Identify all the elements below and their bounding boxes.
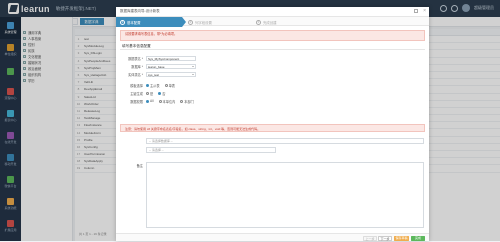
radio-icon[interactable] <box>146 91 149 95</box>
step-label: 列字段设置 <box>195 20 212 25</box>
maximize-icon[interactable] <box>414 9 418 13</box>
table-name-label: 数据表名 * <box>128 56 143 61</box>
step-number: 1 <box>120 19 125 25</box>
option-select[interactable]: -- 请选择 -- <box>146 147 276 153</box>
step-label: 完成创建 <box>263 20 277 25</box>
table-name-row: 数据表名 * Sys_MySysComponent <box>120 55 196 61</box>
radio-icon[interactable] <box>146 83 149 87</box>
db-select[interactable]: learun_base <box>146 63 196 69</box>
template-row: 模板选择 主从表 单表 <box>120 82 180 88</box>
close-icon[interactable]: × <box>423 8 426 14</box>
wizard-steps: 1 基本配置 2 列字段设置 3 完成创建 <box>116 16 429 27</box>
wizard-step-2[interactable]: 2 列字段设置 <box>184 17 250 27</box>
wizard-step-1[interactable]: 1 基本配置 <box>116 17 182 27</box>
primary-label: 主键生成 <box>130 91 143 96</box>
scope-option-label: All <box>150 99 154 103</box>
keyword-warning: 注意：请勿使用 c# 关键字命名表名/字段名，如 class、string、in… <box>120 124 425 132</box>
info-notice: 请按要求填写表信息，带*为必填项。 <box>120 30 425 41</box>
database-select[interactable]: -- 请选择数据库 -- <box>146 138 424 144</box>
primary-row: 主键生成 是否 <box>120 90 170 96</box>
radio-icon[interactable] <box>164 83 168 87</box>
primary-radio-group: 是否 <box>146 91 170 96</box>
finish-button[interactable]: 完成 <box>411 235 425 241</box>
remark-row: 备注 <box>120 162 146 168</box>
primary-option[interactable]: 是 <box>146 91 153 96</box>
template-radio-group: 主从表 单表 <box>146 83 180 88</box>
template-option-label: 单表 <box>168 83 175 88</box>
remark-label: 备注 <box>136 163 143 168</box>
scope-option-label: 本单位内 <box>162 99 176 104</box>
db-row: 数据库 * learun_base <box>120 63 196 69</box>
modal-title: 数据库建表向导-设计新表 <box>120 9 160 13</box>
step-number: 2 <box>188 19 193 25</box>
primary-option-label: 否 <box>162 91 166 96</box>
table-name-input[interactable]: Sys_MySysComponent <box>146 55 196 61</box>
class-name-select[interactable]: sys_test <box>146 71 196 77</box>
section-divider <box>120 49 425 50</box>
class-name-row: 实体类名 * sys_test <box>120 71 196 77</box>
primary-option[interactable]: 否 <box>158 91 165 96</box>
radio-icon[interactable] <box>158 91 162 95</box>
step-number: 3 <box>256 19 261 25</box>
primary-option-label: 是 <box>150 91 154 96</box>
template-option-label: 主从表 <box>150 83 160 88</box>
template-label: 模板选择 <box>130 83 143 88</box>
class-name-label: 实体类名 * <box>128 72 143 77</box>
db-label: 数据库 * <box>131 64 143 69</box>
template-option[interactable]: 单表 <box>164 83 175 88</box>
scope-option-label: 本部门 <box>184 99 194 104</box>
scope-option[interactable]: 本部门 <box>180 99 194 104</box>
scope-row: 数据权限 All 本单位内 本部门 <box>120 98 199 104</box>
template-option[interactable]: 主从表 <box>146 83 160 88</box>
radio-icon[interactable] <box>158 99 162 103</box>
scope-label: 数据权限 <box>130 99 143 104</box>
scope-option[interactable]: 本单位内 <box>158 99 176 104</box>
radio-icon[interactable] <box>180 99 184 103</box>
radio-icon[interactable] <box>146 99 149 103</box>
remark-textarea[interactable] <box>146 162 424 228</box>
prev-button[interactable]: 上一步 <box>363 235 377 241</box>
step-label: 基本配置 <box>127 20 141 25</box>
modal-footer: 上一步 下一步 保存草稿 完成 <box>116 233 429 241</box>
wizard-step-3[interactable]: 3 完成创建 <box>252 17 318 27</box>
scope-option[interactable]: All <box>146 99 154 103</box>
create-table-modal: 数据库建表向导-设计新表 × 1 基本配置 2 列字段设置 3 完成创建 请按要求填写表信… <box>116 7 429 241</box>
save-draft-button[interactable]: 保存草稿 <box>394 235 409 241</box>
next-button[interactable]: 下一步 <box>378 235 392 241</box>
scope-radio-group: All 本单位内 本部门 <box>146 99 199 104</box>
